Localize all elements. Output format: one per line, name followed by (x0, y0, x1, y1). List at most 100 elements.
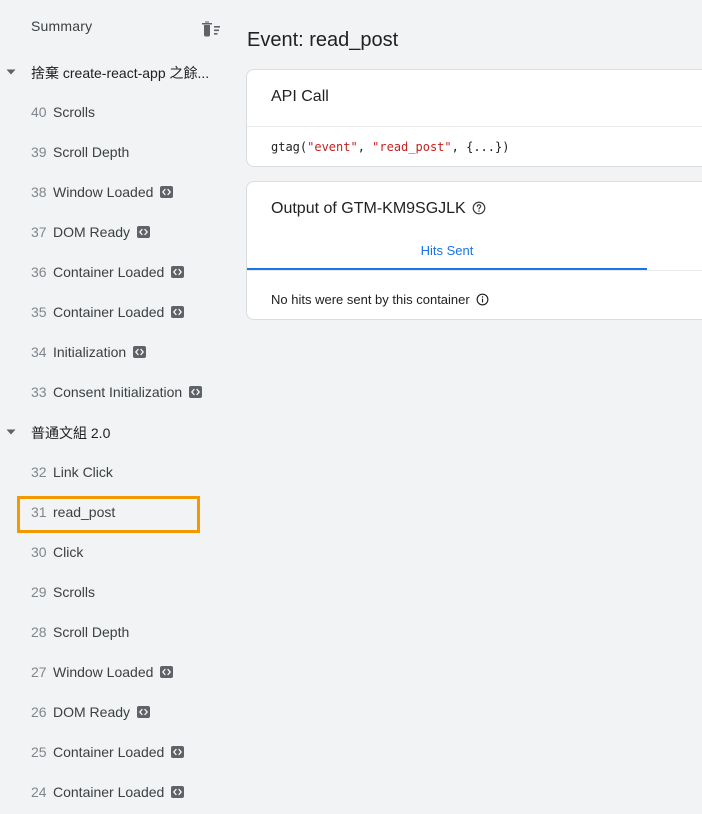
event-item[interactable]: 36 Container Loaded (0, 254, 232, 290)
event-name-text: Consent Initialization (53, 384, 183, 400)
event-item[interactable]: 35 Container Loaded (0, 294, 232, 330)
info-circle-icon (476, 293, 489, 306)
event-number: 34 (31, 344, 47, 360)
no-hits-message: No hits were sent by this container (271, 292, 489, 307)
event-item[interactable]: 26 DOM Ready (0, 694, 232, 730)
event-item[interactable]: 27 Window Loaded (0, 654, 232, 690)
output-title: Output of GTM-KM9SGJLK (271, 200, 486, 218)
event-item[interactable]: 29 Scrolls (0, 574, 232, 610)
code-rest: , {...}) (451, 140, 510, 154)
event-number: 37 (31, 224, 47, 240)
event-name-text: Link Click (53, 464, 113, 480)
event-item[interactable]: 25 Container Loaded (0, 734, 232, 770)
event-name: DOM Ready (53, 224, 151, 240)
code-function: gtag( (271, 140, 308, 154)
summary-item[interactable]: Summary (0, 8, 232, 44)
no-hits-text: No hits were sent by this container (271, 292, 470, 307)
event-name: Container Loaded (53, 304, 185, 320)
event-name-text: Click (53, 544, 84, 560)
event-name: read_post (53, 504, 115, 520)
event-name-text: Window Loaded (53, 664, 154, 680)
event-item[interactable]: 34 Initialization (0, 334, 232, 370)
code-icon (189, 386, 203, 399)
event-name: Container Loaded (53, 264, 185, 280)
event-name-text: Scrolls (53, 584, 96, 600)
code-string-event: "event" (307, 140, 358, 154)
event-number: 38 (31, 184, 47, 200)
event-name: Link Click (53, 464, 113, 480)
event-item[interactable]: 32 Link Click (0, 454, 232, 490)
event-item[interactable]: 33 Consent Initialization (0, 374, 232, 410)
event-name-text: Scrolls (53, 104, 96, 120)
event-group[interactable]: 捨棄 create-react-app 之餘... (0, 54, 232, 90)
code-icon (171, 746, 185, 759)
event-name: Container Loaded (53, 784, 185, 800)
caret-down-icon (6, 69, 16, 75)
event-name-text: Window Loaded (53, 184, 154, 200)
event-number: 33 (31, 384, 47, 400)
divider (247, 270, 702, 271)
sidebar: Summary 捨棄 create-react-app 之餘... 40 Scrol… (0, 0, 232, 814)
delete-sweep-icon[interactable] (199, 17, 223, 41)
event-item[interactable]: 39 Scroll Depth (0, 134, 232, 170)
event-name-text: Container Loaded (53, 744, 165, 760)
event-name: Window Loaded (53, 184, 174, 200)
event-group[interactable]: 普通文組 2.0 (0, 414, 232, 450)
event-name: Scrolls (53, 104, 95, 120)
event-name-text: Initialization (53, 344, 127, 360)
main-panel: Event: read_post API Call gtag("event", … (232, 0, 702, 814)
event-name: DOM Ready (53, 704, 151, 720)
event-name-text: Container Loaded (53, 304, 165, 320)
event-item[interactable]: 30 Click (0, 534, 232, 570)
event-group-label: 捨棄 create-react-app 之餘... (31, 65, 210, 81)
code-icon (171, 266, 185, 279)
api-call-card: API Call gtag("event", "read_post", {...… (246, 69, 702, 167)
event-group-label: 普通文組 2.0 (31, 425, 111, 441)
event-name: Scroll Depth (53, 624, 129, 640)
event-number: 24 (31, 784, 47, 800)
event-name: Click (53, 544, 83, 560)
event-number: 40 (31, 104, 47, 120)
event-number: 32 (31, 464, 47, 480)
summary-label: Summary (31, 18, 93, 34)
help-circle-icon[interactable] (472, 201, 486, 215)
event-number: 39 (31, 144, 47, 160)
page-title: Event: read_post (247, 29, 399, 51)
event-item[interactable]: 24 Container Loaded (0, 774, 232, 810)
api-call-code: gtag("event", "read_post", {...}) (271, 140, 509, 154)
event-name-text: Container Loaded (53, 264, 165, 280)
event-number: 30 (31, 544, 47, 560)
code-icon (171, 306, 185, 319)
code-icon (137, 706, 151, 719)
event-number: 29 (31, 584, 47, 600)
output-card: Output of GTM-KM9SGJLK Hits Sent No hits… (246, 181, 702, 320)
code-icon (171, 786, 185, 799)
event-item[interactable]: 38 Window Loaded (0, 174, 232, 210)
tab-hits-sent[interactable]: Hits Sent (247, 236, 647, 270)
caret-down-icon (6, 429, 16, 435)
event-item[interactable]: 28 Scroll Depth (0, 614, 232, 650)
event-number: 27 (31, 664, 47, 680)
divider (247, 126, 702, 127)
event-item[interactable]: 31 read_post (0, 494, 232, 530)
code-separator: , (357, 140, 373, 154)
code-string-name: "read_post" (372, 140, 452, 154)
event-number: 28 (31, 624, 47, 640)
event-number: 25 (31, 744, 47, 760)
event-item[interactable]: 40 Scrolls (0, 94, 232, 130)
event-name: Scrolls (53, 584, 95, 600)
event-name-text: Container Loaded (53, 784, 165, 800)
event-name-text: DOM Ready (53, 224, 131, 240)
event-name-text: Scroll Depth (53, 624, 130, 640)
tab-hits-sent-label: Hits Sent (420, 243, 474, 258)
code-icon (160, 186, 174, 199)
code-icon (160, 666, 174, 679)
event-name-text: DOM Ready (53, 704, 131, 720)
event-name: Scroll Depth (53, 144, 129, 160)
event-item[interactable]: 37 DOM Ready (0, 214, 232, 250)
code-icon (133, 346, 147, 359)
event-number: 35 (31, 304, 47, 320)
api-call-title: API Call (271, 88, 329, 105)
event-number: 26 (31, 704, 47, 720)
event-name: Window Loaded (53, 664, 174, 680)
